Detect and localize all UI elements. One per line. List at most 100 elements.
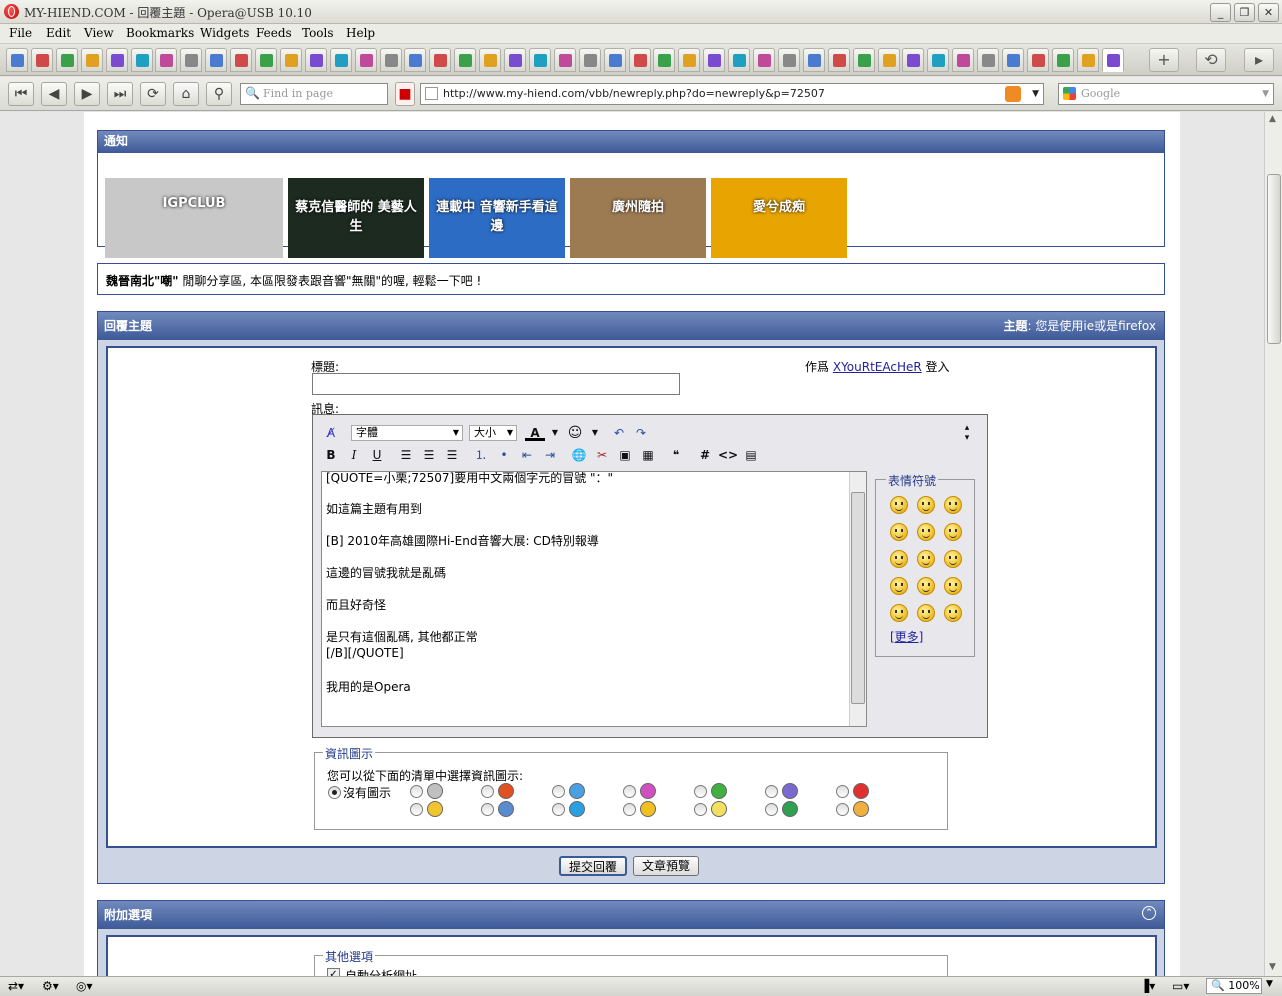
- smilie-icon[interactable]: [944, 550, 962, 568]
- browser-tab[interactable]: [802, 48, 825, 72]
- post-icon-radio[interactable]: [481, 785, 494, 798]
- browser-tab[interactable]: [1051, 48, 1074, 72]
- transfer-icon[interactable]: ⇄▾: [8, 979, 24, 993]
- smilie-icon[interactable]: [890, 604, 908, 622]
- smilie-icon[interactable]: [890, 496, 908, 514]
- browser-tab[interactable]: [255, 48, 277, 72]
- no-icon-radio[interactable]: [328, 786, 341, 799]
- rewind-button[interactable]: ⏮: [8, 82, 34, 106]
- insert-link-icon[interactable]: 🌐: [569, 445, 589, 465]
- zoom-dropdown-icon[interactable]: ▼: [1266, 979, 1273, 989]
- author-link[interactable]: XYouRtEAcHeR: [833, 360, 922, 374]
- post-icon-radio[interactable]: [623, 803, 636, 816]
- submit-reply-button[interactable]: 提交回覆: [559, 856, 628, 876]
- insert-image-icon[interactable]: ▣: [615, 445, 635, 465]
- address-dropdown-icon[interactable]: ▼: [1032, 84, 1039, 104]
- browser-tab[interactable]: [354, 48, 377, 72]
- smilie-icon[interactable]: [917, 577, 935, 595]
- subject-input[interactable]: [312, 373, 680, 395]
- forward-button[interactable]: ▶: [74, 82, 100, 106]
- find-in-page-input[interactable]: 🔍 Find in page: [240, 83, 388, 105]
- wand-button[interactable]: ⚲: [206, 82, 232, 106]
- menu-feeds[interactable]: Feeds: [256, 26, 292, 40]
- browser-tab[interactable]: [1076, 48, 1099, 72]
- browser-tab[interactable]: [329, 48, 352, 72]
- panel-toggle-icon[interactable]: ▸: [1244, 48, 1274, 72]
- browser-tab[interactable]: [404, 48, 427, 72]
- notice-banner[interactable]: IGPCLUB: [105, 178, 283, 258]
- ordered-list-icon[interactable]: ⒈: [471, 445, 491, 465]
- menu-widgets[interactable]: Widgets: [200, 26, 249, 40]
- browser-tab[interactable]: [30, 48, 53, 72]
- smilie-icon[interactable]: [890, 550, 908, 568]
- smilie-icon[interactable]: [944, 604, 962, 622]
- code-icon[interactable]: <>: [718, 445, 738, 465]
- browser-tab[interactable]: [877, 48, 900, 72]
- post-icon-radio[interactable]: [694, 785, 707, 798]
- browser-tab[interactable]: [553, 48, 576, 72]
- underline-icon[interactable]: U: [367, 445, 387, 465]
- notice-banner[interactable]: 廣州隨拍: [570, 178, 706, 258]
- post-icon-radio[interactable]: [552, 785, 565, 798]
- scroll-down-icon[interactable]: ▼: [1269, 962, 1276, 972]
- collapse-icon[interactable]: ⌃: [1142, 906, 1156, 920]
- hash-icon[interactable]: #: [695, 445, 715, 465]
- smilie-icon[interactable]: [917, 604, 935, 622]
- panel-icon[interactable]: ▐▾: [1140, 979, 1155, 993]
- network-icon[interactable]: ⚙▾: [42, 979, 59, 993]
- browser-tab[interactable]: [379, 48, 402, 72]
- smilie-icon[interactable]: [944, 496, 962, 514]
- turbo-icon[interactable]: ◎▾: [76, 979, 93, 993]
- browser-tab[interactable]: [603, 48, 626, 72]
- post-icon-radio[interactable]: [836, 785, 849, 798]
- new-tab-button[interactable]: +: [1149, 48, 1179, 72]
- browser-tab[interactable]: [578, 48, 601, 72]
- resize-icon[interactable]: ▴ ▾: [957, 423, 977, 443]
- align-center-icon[interactable]: ☰: [419, 445, 439, 465]
- menu-bookmarks[interactable]: Bookmarks: [126, 26, 194, 40]
- post-icon-radio[interactable]: [481, 803, 494, 816]
- italic-icon[interactable]: I: [344, 445, 364, 465]
- outdent-icon[interactable]: ⇤: [517, 445, 537, 465]
- auto-parse-checkbox[interactable]: ✓: [327, 968, 340, 976]
- browser-tab[interactable]: [902, 48, 925, 72]
- browser-tab[interactable]: [678, 48, 701, 72]
- smilie-icon[interactable]: [890, 523, 908, 541]
- bookmark-icon[interactable]: ■: [395, 82, 415, 106]
- browser-tab[interactable]: [827, 48, 850, 72]
- zoom-control[interactable]: 🔍 100%: [1206, 978, 1262, 994]
- post-icon-radio[interactable]: [410, 803, 423, 816]
- address-field[interactable]: http://www.my-hiend.com/vbb/newreply.php…: [420, 83, 1044, 105]
- smilie-icon[interactable]: [917, 496, 935, 514]
- redo-icon[interactable]: ↷: [631, 423, 651, 443]
- browser-tab[interactable]: [753, 48, 775, 72]
- undo-icon[interactable]: ↶: [609, 423, 629, 443]
- font-select[interactable]: 字體 ▼: [351, 425, 463, 441]
- quote-icon[interactable]: ❝: [666, 445, 686, 465]
- remove-format-icon[interactable]: A̸: [321, 423, 341, 443]
- fast-forward-button[interactable]: ⏭: [107, 82, 133, 106]
- post-icon-radio[interactable]: [552, 803, 565, 816]
- reload-button[interactable]: ⟳: [140, 82, 166, 106]
- browser-tab[interactable]: [230, 48, 253, 72]
- page-scrollbar[interactable]: ▲ ▼: [1264, 112, 1282, 976]
- minimize-button[interactable]: _: [1210, 3, 1231, 22]
- closed-tabs-icon[interactable]: ⟲: [1196, 48, 1226, 72]
- browser-tab[interactable]: [55, 48, 78, 72]
- close-window-button[interactable]: ✕: [1258, 3, 1279, 22]
- home-button[interactable]: ⌂: [173, 82, 199, 106]
- browser-tab[interactable]: [1026, 48, 1049, 72]
- smilie-icon[interactable]: [917, 523, 935, 541]
- browser-tab[interactable]: [279, 48, 302, 72]
- notice-banner[interactable]: 蔡克信醫師的 美藝人生: [288, 178, 424, 258]
- menu-edit[interactable]: Edit: [46, 26, 71, 40]
- back-button[interactable]: ◀: [41, 82, 67, 106]
- menu-file[interactable]: File: [9, 26, 32, 40]
- smilie-icon[interactable]: [917, 550, 935, 568]
- post-icon-radio[interactable]: [836, 803, 849, 816]
- browser-tab[interactable]: [180, 48, 203, 72]
- smilie-icon[interactable]: [944, 523, 962, 541]
- browser-tab[interactable]: [628, 48, 651, 72]
- rss-icon[interactable]: [1005, 86, 1021, 102]
- browser-tab[interactable]: [777, 48, 800, 72]
